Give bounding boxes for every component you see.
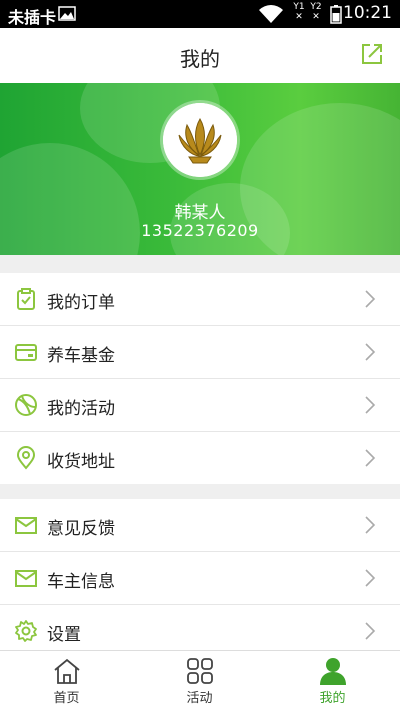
lotus-avatar-image <box>163 103 237 177</box>
chevron-right-icon <box>364 515 376 539</box>
page-title: 我的 <box>180 47 220 71</box>
vip-card-icon <box>14 340 38 364</box>
menu-group-settings: 意见反馈 车主信息 设置 <box>0 499 400 657</box>
edit-icon[interactable] <box>360 42 384 70</box>
sim2-signal-icon: Y2 ✕ <box>310 2 322 22</box>
grid-icon <box>185 657 215 689</box>
sim2-label: Y2 <box>310 2 322 12</box>
chevron-right-icon <box>364 448 376 472</box>
ball-icon <box>14 393 38 417</box>
menu-item-label: 意见反馈 <box>47 519 115 539</box>
nav-label: 首页 <box>53 691 80 706</box>
clock: 10:21 <box>343 3 392 23</box>
bottom-nav: 首页 活动 我的 <box>0 650 400 712</box>
menu-item-label: 我的活动 <box>47 399 115 419</box>
profile-header[interactable]: 韩某人 13522376209 <box>0 83 400 255</box>
menu-item-label: 设置 <box>47 625 81 645</box>
wifi-icon <box>258 4 284 28</box>
sim1-label: Y1 <box>293 2 305 12</box>
avatar[interactable] <box>163 103 237 177</box>
menu-item-label: 我的订单 <box>47 293 115 313</box>
user-phone: 13522376209 <box>141 221 259 240</box>
menu-item-orders[interactable]: 我的订单 <box>0 273 400 326</box>
user-name: 韩某人 <box>174 203 226 223</box>
sim1-signal-icon: Y1 ✕ <box>293 2 305 22</box>
menu-item-address[interactable]: 收货地址 <box>0 432 400 484</box>
location-pin-icon <box>14 446 38 470</box>
clipboard-check-icon <box>14 287 38 311</box>
nav-item-mine[interactable]: 我的 <box>266 651 399 712</box>
image-notification-icon <box>58 6 76 25</box>
nav-item-home[interactable]: 首页 <box>0 651 133 712</box>
menu-item-label: 养车基金 <box>47 346 115 366</box>
chevron-right-icon <box>364 568 376 592</box>
menu-group-account: 我的订单 养车基金 我的活动 收货地址 <box>0 273 400 484</box>
nav-label: 活动 <box>186 691 213 706</box>
mail-icon <box>14 566 38 590</box>
carrier-label: 未插卡 <box>8 8 57 27</box>
home-icon <box>52 657 82 689</box>
status-bar: 未插卡 Y1 ✕ Y2 ✕ 10:21 <box>0 0 400 28</box>
nav-item-activities[interactable]: 活动 <box>133 651 266 712</box>
nav-label: 我的 <box>319 691 346 706</box>
chevron-right-icon <box>364 342 376 366</box>
chevron-right-icon <box>364 621 376 645</box>
title-bar: 我的 <box>0 28 400 83</box>
mail-icon <box>14 513 38 537</box>
menu-item-activities[interactable]: 我的活动 <box>0 379 400 432</box>
chevron-right-icon <box>364 289 376 313</box>
menu-item-label: 收货地址 <box>47 452 115 472</box>
menu-item-owner-info[interactable]: 车主信息 <box>0 552 400 605</box>
gear-icon <box>14 619 38 643</box>
chevron-right-icon <box>364 395 376 419</box>
menu-item-label: 车主信息 <box>47 572 115 592</box>
battery-icon <box>330 5 342 28</box>
user-icon <box>318 657 348 689</box>
menu-item-feedback[interactable]: 意见反馈 <box>0 499 400 552</box>
menu-item-car-fund[interactable]: 养车基金 <box>0 326 400 379</box>
